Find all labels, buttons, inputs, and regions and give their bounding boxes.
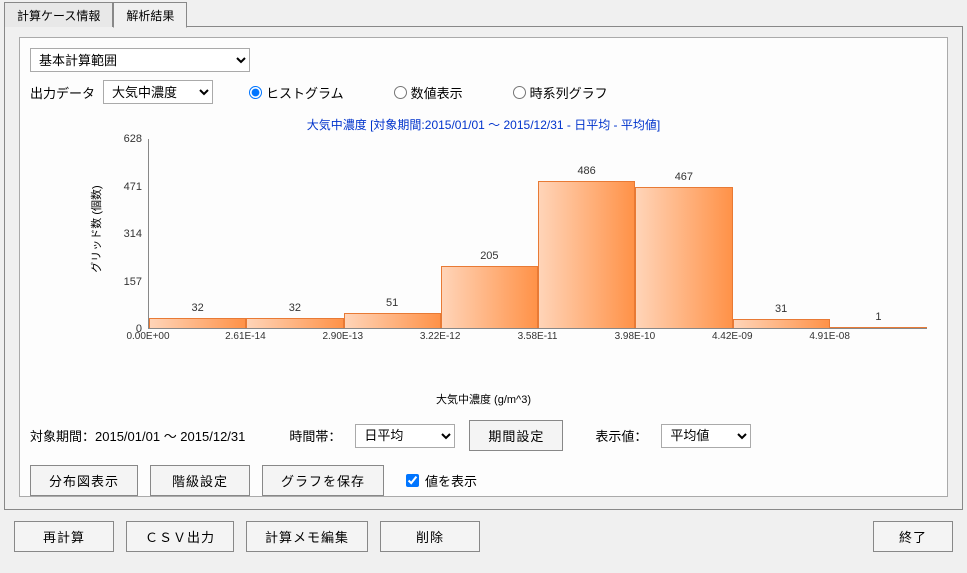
save-graph-button[interactable]: グラフを保存 <box>262 465 384 496</box>
dist-map-button[interactable]: 分布図表示 <box>30 465 138 496</box>
chart: 大気中濃度 [対象期間:2015/01/01 ～ 2015/12/31 - 日平… <box>30 112 937 372</box>
bar <box>441 266 538 328</box>
delete-button[interactable]: 削除 <box>380 521 480 552</box>
timeband-label: 時間帯： <box>289 426 341 445</box>
radio-numeric[interactable]: 数値表示 <box>394 83 463 102</box>
bar-value-label: 467 <box>675 171 693 183</box>
bar-value-label: 32 <box>289 302 301 314</box>
x-tick-label: 3.58E-11 <box>518 331 558 342</box>
csv-export-button[interactable]: ＣＳＶ出力 <box>126 521 234 552</box>
bar <box>635 187 732 328</box>
y-tick: 628 <box>124 133 142 145</box>
radio-numeric-input[interactable] <box>394 86 407 99</box>
bar <box>246 318 343 328</box>
bar <box>733 319 830 328</box>
bar <box>830 327 927 328</box>
x-axis-label: 大気中濃度 (g/m^3) <box>30 391 937 407</box>
tabs: 計算ケース情報 解析結果 <box>0 2 967 27</box>
viewmode-radios: ヒストグラム 数値表示 時系列グラフ <box>249 83 608 102</box>
memo-edit-button[interactable]: 計算メモ編集 <box>246 521 368 552</box>
bar <box>149 318 246 328</box>
display-label: 表示値： <box>595 426 647 445</box>
radio-histogram-input[interactable] <box>249 86 262 99</box>
tab-case-info[interactable]: 計算ケース情報 <box>4 2 113 27</box>
bar-value-label: 51 <box>386 297 398 309</box>
x-tick-label: 3.22E-12 <box>420 331 461 342</box>
chart-bin: 31 <box>733 303 830 328</box>
radio-timeseries-input[interactable] <box>513 86 526 99</box>
radio-histogram[interactable]: ヒストグラム <box>249 83 344 102</box>
bar <box>538 181 635 328</box>
period-label: 対象期間：2015/01/01 ～ 2015/12/31 <box>30 426 245 445</box>
y-axis-label: グリッド数 (個数) <box>88 185 104 272</box>
period-set-button[interactable]: 期間設定 <box>469 420 563 451</box>
chart-bin: 51 <box>344 297 441 328</box>
show-values-input[interactable] <box>406 474 419 487</box>
output-select[interactable]: 大気中濃度 <box>103 80 213 104</box>
chart-bin: 32 <box>246 302 343 328</box>
x-tick-label: 0.00E+00 <box>126 331 169 342</box>
range-select[interactable]: 基本計算範囲 <box>30 48 250 72</box>
x-tick-label: 3.98E-10 <box>615 331 656 342</box>
chart-bin: 205 <box>441 250 538 328</box>
y-tick: 471 <box>124 181 142 193</box>
x-tick-label: 2.61E-14 <box>225 331 266 342</box>
analysis-panel: 基本計算範囲 出力データ 大気中濃度 ヒストグラム 数値表示 時系列グラフ <box>19 37 948 497</box>
bar-value-label: 32 <box>192 302 204 314</box>
output-label: 出力データ <box>30 83 95 102</box>
tab-body: 基本計算範囲 出力データ 大気中濃度 ヒストグラム 数値表示 時系列グラフ <box>4 26 963 510</box>
y-tick: 314 <box>124 228 142 240</box>
bottom-toolbar: 再計算 ＣＳＶ出力 計算メモ編集 削除 終了 <box>0 511 967 552</box>
tab-analysis[interactable]: 解析結果 <box>113 2 187 28</box>
y-tick: 157 <box>124 276 142 288</box>
plot-region: 32 32 51 205 486 467 31 1 <box>148 139 927 329</box>
bar-value-label: 205 <box>480 250 498 262</box>
bar-value-label: 1 <box>875 311 881 323</box>
bar-value-label: 486 <box>577 165 595 177</box>
exit-button[interactable]: 終了 <box>873 521 953 552</box>
x-tick-label: 4.42E-09 <box>712 331 753 342</box>
chart-title: 大気中濃度 [対象期間:2015/01/01 ～ 2015/12/31 - 日平… <box>30 116 937 133</box>
bar <box>344 313 441 328</box>
y-axis: 0157314471628 <box>106 139 144 329</box>
bar-value-label: 31 <box>775 303 787 315</box>
chart-bin: 486 <box>538 165 635 328</box>
chart-bin: 467 <box>635 171 732 328</box>
chart-bin: 1 <box>830 311 927 328</box>
recalc-button[interactable]: 再計算 <box>14 521 114 552</box>
display-value-select[interactable]: 平均値 <box>661 424 751 448</box>
show-values-checkbox[interactable]: 値を表示 <box>406 465 477 496</box>
chart-bin: 32 <box>149 302 246 328</box>
radio-timeseries[interactable]: 時系列グラフ <box>513 83 608 102</box>
x-tick-label: 2.90E-13 <box>322 331 363 342</box>
x-axis: 0.00E+002.61E-142.90E-133.22E-123.58E-11… <box>148 331 927 347</box>
x-tick-label: 4.91E-08 <box>809 331 850 342</box>
class-set-button[interactable]: 階級設定 <box>150 465 250 496</box>
timeband-select[interactable]: 日平均 <box>355 424 455 448</box>
